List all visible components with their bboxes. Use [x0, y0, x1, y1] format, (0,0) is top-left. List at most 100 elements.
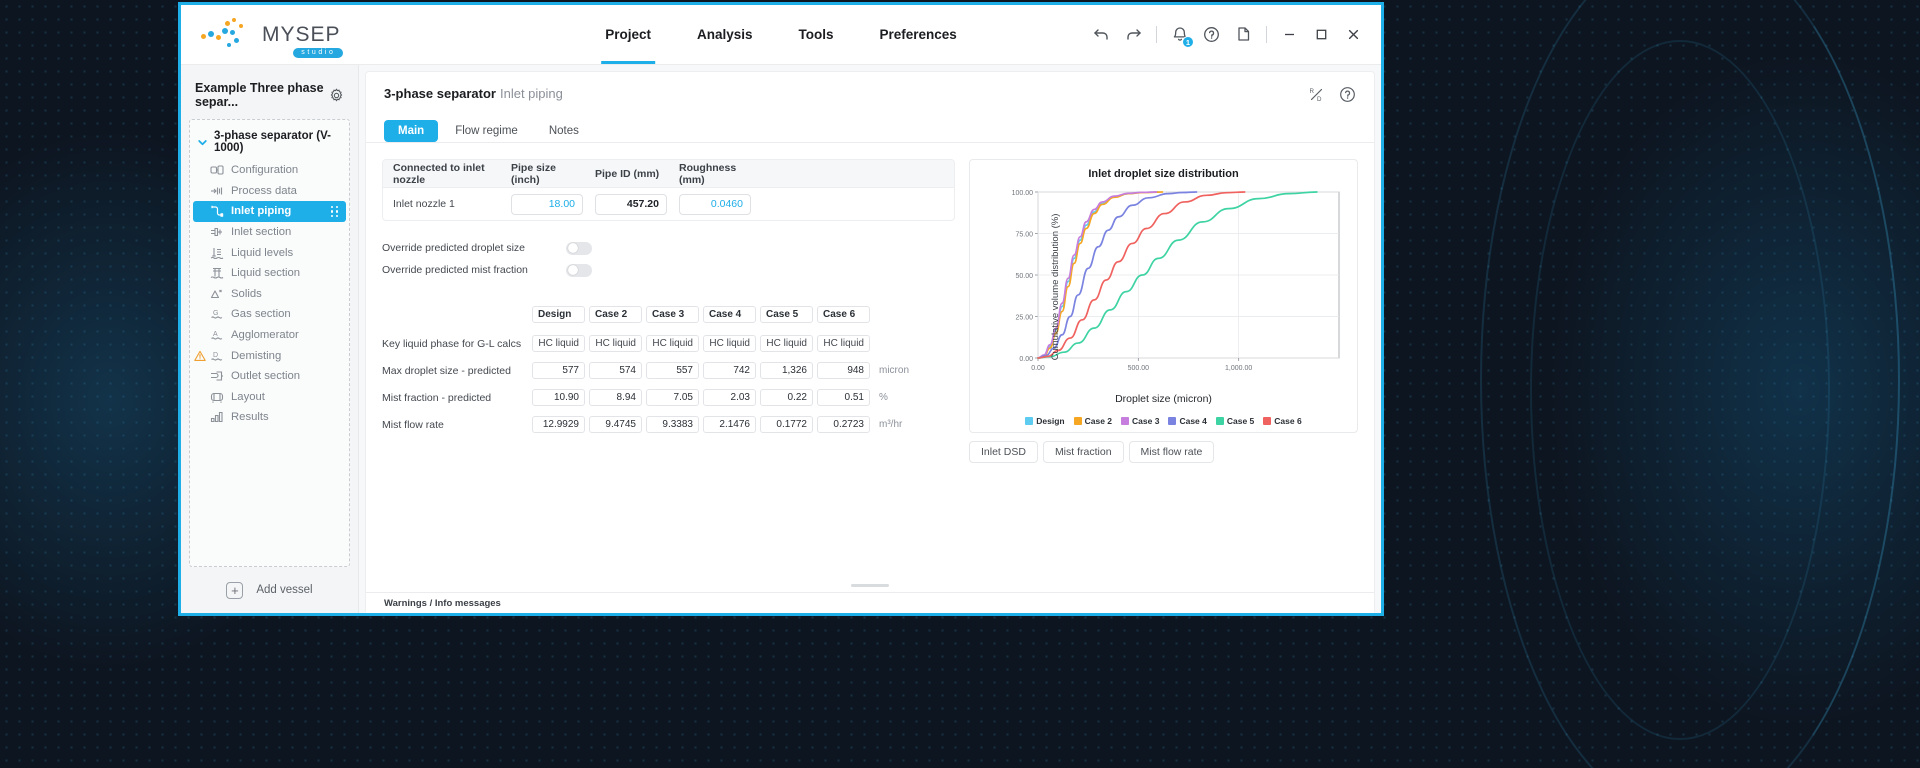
close-icon[interactable] — [1344, 25, 1363, 44]
tree-root-3-phase-separator[interactable]: 3-phase separator (V-1000) — [190, 124, 349, 160]
help-circle-icon[interactable] — [1339, 86, 1356, 108]
table-row: Mist flow rate 12.9929 9.4745 9.3383 2.1… — [382, 413, 955, 436]
sidebar-item-configuration[interactable]: Configuration — [190, 160, 349, 181]
sidebar-item-demisting[interactable]: D Demisting — [190, 345, 349, 366]
logo-subname: studio — [293, 47, 343, 58]
legend-item-case-3[interactable]: Case 3 — [1121, 416, 1159, 426]
row-label-mist-fraction: Mist fraction - predicted — [382, 391, 492, 404]
cell-value[interactable]: 948 — [817, 362, 870, 379]
sidebar-item-inlet-section[interactable]: Inlet section — [190, 222, 349, 243]
nav-item-preferences[interactable]: Preferences — [876, 5, 961, 64]
legend-swatch — [1263, 417, 1272, 425]
cell-value[interactable]: 12.9929 — [532, 416, 585, 433]
gear-icon[interactable] — [329, 87, 344, 103]
case-column-case6[interactable]: Case 6 — [817, 306, 870, 323]
cell-value[interactable]: 2.03 — [703, 389, 756, 406]
help-icon[interactable] — [1202, 25, 1221, 44]
cell-value[interactable]: 9.3383 — [646, 416, 699, 433]
case-column-case2[interactable]: Case 2 — [589, 306, 642, 323]
title-bar-actions: 1 — [1092, 25, 1363, 48]
tab-notes[interactable]: Notes — [535, 120, 593, 142]
logo-dots-icon — [201, 17, 259, 52]
sidebar-item-label: Process data — [231, 184, 297, 197]
cell-value[interactable]: HC liquid — [646, 335, 699, 352]
roughness-input[interactable]: 0.0460 — [679, 193, 751, 215]
legend-item-case-6[interactable]: Case 6 — [1263, 416, 1302, 426]
legend-item-case-4[interactable]: Case 4 — [1168, 416, 1207, 426]
sidebar-item-liquid-section[interactable]: Liquid section — [190, 263, 349, 284]
toolbar-divider-2 — [1266, 26, 1267, 43]
sidebar-item-gas-section[interactable]: G Gas section — [190, 304, 349, 325]
legend-swatch — [1168, 417, 1177, 425]
nav-item-tools[interactable]: Tools — [795, 5, 838, 64]
sidebar-item-inlet-piping[interactable]: Inlet piping — [193, 201, 346, 222]
sidebar-item-label: Agglomerator — [231, 329, 299, 342]
rd-ratio-icon[interactable]: R D — [1308, 86, 1325, 108]
chart-y-axis-label: Cumulative volume distribution (%) — [1049, 213, 1061, 361]
cell-value[interactable]: HC liquid — [703, 335, 756, 352]
toggle-row-droplet-size: Override predicted droplet size — [382, 237, 955, 259]
cell-value[interactable]: HC liquid — [589, 335, 642, 352]
sidebar-item-liquid-levels[interactable]: Liquid levels — [190, 242, 349, 263]
cell-value[interactable]: 2.1476 — [703, 416, 756, 433]
legend-item-design[interactable]: Design — [1025, 416, 1065, 426]
copy-document-icon[interactable] — [1234, 25, 1253, 44]
notification-bell-icon[interactable]: 1 — [1170, 25, 1194, 48]
notification-count-badge: 1 — [1182, 36, 1194, 48]
cell-value[interactable]: 0.2723 — [817, 416, 870, 433]
tab-flow-regime[interactable]: Flow regime — [441, 120, 532, 142]
sidebar-item-process-data[interactable]: Process data — [190, 181, 349, 202]
panel-resize-handle[interactable] — [366, 578, 1374, 592]
redo-icon[interactable] — [1124, 25, 1143, 44]
legend-swatch — [1121, 417, 1130, 425]
nav-item-project[interactable]: Project — [601, 5, 655, 64]
cell-value[interactable]: 574 — [589, 362, 642, 379]
main-navigation: Project Analysis Tools Preferences — [601, 5, 961, 64]
cell-value[interactable]: HC liquid — [817, 335, 870, 352]
gas-section-icon: G — [210, 307, 224, 321]
legend-item-case-2[interactable]: Case 2 — [1073, 416, 1112, 426]
cell-value[interactable]: 8.94 — [589, 389, 642, 406]
chart-button-mist-fraction[interactable]: Mist fraction — [1042, 441, 1124, 463]
drag-handle-icon[interactable] — [330, 205, 338, 218]
cell-value[interactable]: 557 — [646, 362, 699, 379]
nozzle-table-header: Connected to inlet nozzle Pipe size (inc… — [383, 160, 954, 188]
cell-value[interactable]: 0.51 — [817, 389, 870, 406]
agglomerator-icon: A — [210, 328, 224, 342]
cell-value[interactable]: 577 — [532, 362, 585, 379]
add-vessel-button[interactable]: + Add vessel — [189, 575, 350, 605]
sidebar-item-results[interactable]: Results — [190, 407, 349, 428]
case-column-case3[interactable]: Case 3 — [646, 306, 699, 323]
undo-icon[interactable] — [1092, 25, 1111, 44]
case-column-design[interactable]: Design — [532, 306, 585, 323]
tab-main[interactable]: Main — [384, 120, 439, 142]
cell-value[interactable]: 10.90 — [532, 389, 585, 406]
chart-button-inlet-dsd[interactable]: Inlet DSD — [969, 441, 1038, 463]
minimize-icon[interactable] — [1280, 25, 1299, 44]
case-column-case5[interactable]: Case 5 — [760, 306, 813, 323]
cell-value[interactable]: 7.05 — [646, 389, 699, 406]
maximize-icon[interactable] — [1312, 25, 1331, 44]
override-droplet-size-toggle[interactable] — [566, 241, 592, 255]
cell-value[interactable]: 0.22 — [760, 389, 813, 406]
cell-value[interactable]: 9.4745 — [589, 416, 642, 433]
cell-value[interactable]: 1,326 — [760, 362, 813, 379]
tree-root-label: 3-phase separator (V-1000) — [214, 130, 331, 154]
nav-item-analysis[interactable]: Analysis — [693, 5, 757, 64]
sidebar-item-solids[interactable]: Solids — [190, 284, 349, 305]
cell-value[interactable]: 0.1772 — [760, 416, 813, 433]
sidebar-item-layout[interactable]: Layout — [190, 387, 349, 408]
chart-card: Inlet droplet size distribution Cumulati… — [969, 159, 1358, 433]
chart-button-mist-flow-rate[interactable]: Mist flow rate — [1128, 441, 1215, 463]
project-title: Example Three phase separ... — [195, 81, 324, 109]
cell-value[interactable]: HC liquid — [760, 335, 813, 352]
row-label-mist-flow-rate: Mist flow rate — [382, 418, 444, 431]
case-column-case4[interactable]: Case 4 — [703, 306, 756, 323]
override-mist-fraction-toggle[interactable] — [566, 263, 592, 277]
cell-value[interactable]: HC liquid — [532, 335, 585, 352]
legend-item-case-5[interactable]: Case 5 — [1215, 416, 1254, 426]
sidebar-item-outlet-section[interactable]: Outlet section — [190, 366, 349, 387]
pipe-size-input[interactable]: 18.00 — [511, 193, 583, 215]
sidebar-item-agglomerator[interactable]: A Agglomerator — [190, 325, 349, 346]
cell-value[interactable]: 742 — [703, 362, 756, 379]
